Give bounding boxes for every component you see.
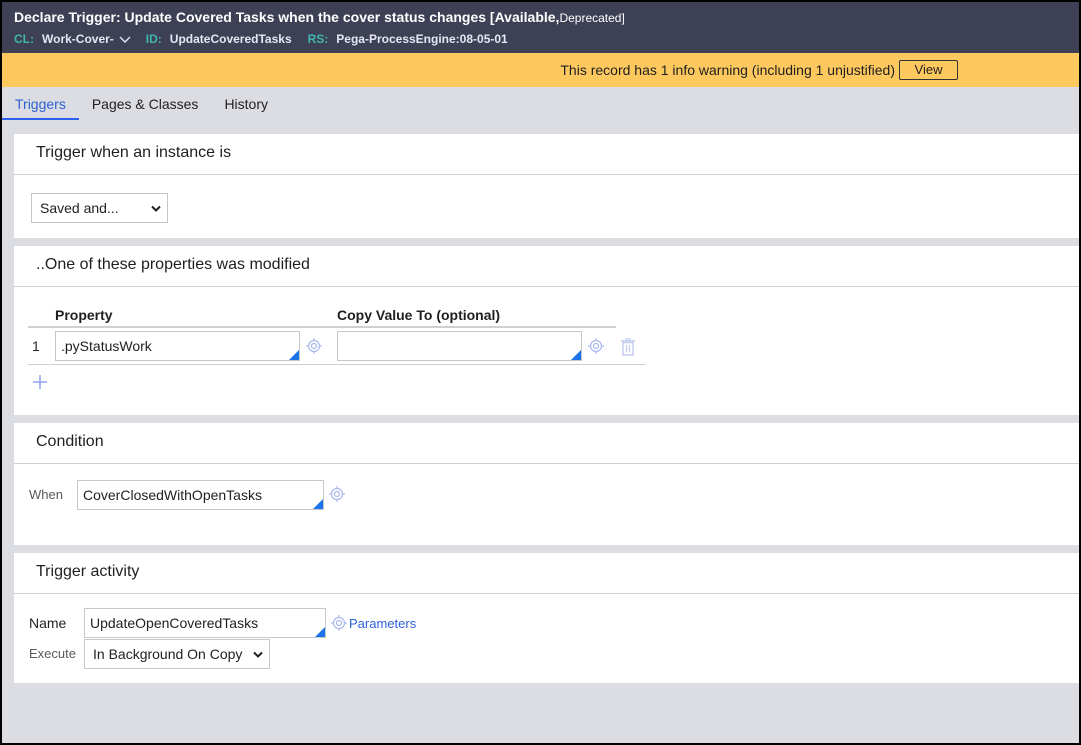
when-condition-input[interactable]: CoverClosedWithOpenTasks [77,480,324,510]
chevron-down-icon [253,651,263,658]
rule-type: Declare Trigger: [14,9,121,25]
autocomplete-corner-icon [289,350,299,360]
target-icon[interactable] [328,485,346,503]
autocomplete-corner-icon [313,499,323,509]
autocomplete-corner-icon [315,627,325,637]
rule-title: Declare Trigger: Update Covered Tasks wh… [14,8,1079,27]
trigger-when-section: Trigger when an instance is Saved and... [14,134,1079,238]
availability-status: [Available, [489,9,560,25]
ruleset-value: Pega-ProcessEngine:08-05-01 [336,32,508,46]
warning-banner: This record has 1 info warning (includin… [2,53,1079,87]
target-icon[interactable] [330,614,348,632]
class-value[interactable]: Work-Cover- [42,31,114,47]
selected-value: In Background On Copy [93,646,243,662]
rule-meta: CL: Work-Cover- ID: UpdateCoveredTasks R… [14,31,1079,47]
target-icon[interactable] [305,337,323,355]
autocomplete-corner-icon [571,350,581,360]
table-header-row: Property Copy Value To (optional) [28,298,616,328]
when-label: When [29,487,63,502]
section-title: Trigger activity [14,553,1079,594]
section-title: Trigger when an instance is [14,134,1079,175]
tab-bar: Triggers Pages & Classes History [2,87,281,121]
id-label: ID: [145,32,162,46]
chevron-down-icon [151,205,161,212]
section-title: ..One of these properties was modified [14,246,1079,287]
activity-name-input[interactable]: UpdateOpenCoveredTasks [84,608,326,638]
property-input[interactable]: .pyStatusWork [55,331,300,361]
property-value: .pyStatusWork [61,338,152,354]
when-value: CoverClosedWithOpenTasks [83,487,262,503]
execute-label: Execute [29,646,76,661]
trash-icon[interactable] [620,338,636,356]
tab-history[interactable]: History [211,87,281,121]
warning-message: This record has 1 info warning (includin… [560,62,895,78]
row-number: 1 [32,338,40,354]
parameters-link[interactable]: Parameters [349,616,416,631]
properties-section: ..One of these properties was modified P… [14,246,1079,415]
deprecated-status: Deprecated] [559,11,625,25]
ruleset-label: RS: [307,32,329,46]
tab-triggers[interactable]: Triggers [2,87,79,121]
name-label: Name [29,615,67,631]
add-row-icon[interactable] [32,374,48,390]
id-value: UpdateCoveredTasks [169,32,292,46]
column-header-property: Property [55,307,113,323]
rule-form-window: Declare Trigger: Update Covered Tasks wh… [2,2,1079,743]
chevron-down-icon[interactable] [118,34,132,44]
execute-select[interactable]: In Background On Copy [84,639,270,669]
target-icon[interactable] [587,337,605,355]
view-warnings-button[interactable]: View [899,60,958,80]
trigger-when-select[interactable]: Saved and... [31,193,168,223]
activity-name-value: UpdateOpenCoveredTasks [90,615,259,631]
class-label: CL: [14,32,34,46]
trigger-activity-section: Trigger activity Name UpdateOpenCoveredT… [14,553,1079,683]
properties-table: Property Copy Value To (optional) 1 .pyS… [28,298,646,389]
table-row: 1 .pyStatusWork [28,328,646,365]
rule-name: Update Covered Tasks when the cover stat… [124,9,487,25]
copy-value-input[interactable] [337,331,582,361]
condition-section: Condition When CoverClosedWithOpenTasks [14,423,1079,545]
rule-header: Declare Trigger: Update Covered Tasks wh… [2,2,1079,53]
selected-value: Saved and... [40,200,119,216]
tab-pages-classes[interactable]: Pages & Classes [79,87,212,121]
column-header-copy-value: Copy Value To (optional) [337,307,501,323]
section-title: Condition [14,423,1079,464]
